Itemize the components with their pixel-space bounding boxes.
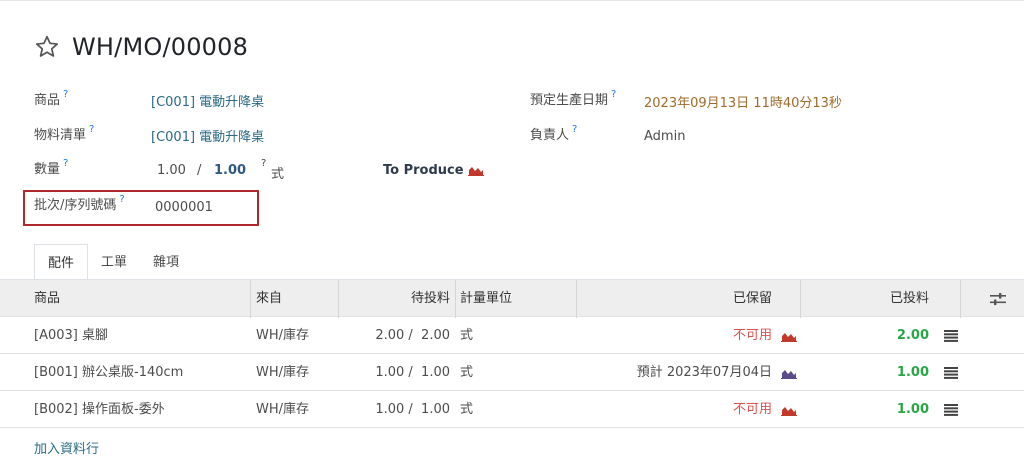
table-row[interactable]: [B002] 操作面板-委外 WH/庫存 1.00 / 1.00 式 不可用 1… (0, 391, 1024, 428)
quantity-uom: 式 (271, 167, 285, 182)
date-help-icon[interactable]: ? (611, 89, 616, 100)
area-chart-icon[interactable] (781, 404, 797, 416)
col-reserved[interactable]: 已保留 (580, 280, 772, 318)
star-icon[interactable] (34, 34, 60, 60)
quantity-separator: / (197, 163, 202, 178)
area-chart-icon[interactable] (468, 164, 484, 176)
title-row: WH/MO/00008 (34, 31, 248, 63)
row-from: WH/庫存 (256, 402, 310, 417)
responsible-value[interactable]: Admin (644, 129, 685, 144)
row-uom: 式 (460, 328, 474, 343)
quantity-help-icon[interactable]: ? (63, 158, 68, 169)
row-consumed[interactable]: 2.00 (805, 317, 929, 354)
record-title: WH/MO/00008 (72, 33, 249, 61)
col-to-consume[interactable]: 待投料 (340, 280, 450, 318)
list-icon[interactable] (944, 330, 958, 342)
date-value[interactable]: 2023年09月13日 11時40分13秒 (644, 92, 842, 111)
tab-miscellaneous[interactable]: 雜項 (140, 244, 192, 280)
notebook-tabs: 配件 工單 雜項 (34, 244, 192, 280)
row-uom: 式 (460, 402, 474, 417)
col-divider (455, 280, 456, 318)
row-from: WH/庫存 (256, 365, 310, 380)
product-value[interactable]: [C001] 電動升降桌 (151, 91, 264, 110)
bom-label: 物料清單? (34, 124, 95, 143)
quantity-label: 數量? (34, 158, 69, 177)
col-product[interactable]: 商品 (34, 280, 60, 318)
sliders-icon[interactable] (990, 292, 1006, 306)
row-product[interactable]: [A003] 桌腳 (34, 317, 108, 354)
area-chart-icon[interactable] (781, 330, 797, 342)
row-consumed[interactable]: 1.00 (805, 391, 929, 428)
components-table: 商品 來自 待投料 計量單位 已保留 已投料 [A003] 桌腳 WH/庫存 2… (0, 279, 1024, 428)
area-chart-icon[interactable] (781, 367, 797, 379)
col-divider (338, 280, 339, 318)
bom-help-icon[interactable]: ? (89, 124, 94, 135)
list-icon[interactable] (944, 404, 958, 416)
bom-value[interactable]: [C001] 電動升降桌 (151, 126, 264, 145)
quantity-input[interactable]: 1.00 (157, 163, 186, 178)
to-produce-label: To Produce (383, 163, 464, 178)
table-row[interactable]: [B001] 辦公桌版-140cm WH/庫存 1.00 / 1.00 式 預計… (0, 354, 1024, 391)
row-to-consume[interactable]: 1.00 / 1.00 (340, 391, 450, 428)
row-product[interactable]: [B001] 辦公桌版-140cm (34, 354, 183, 391)
col-divider (576, 280, 577, 318)
responsible-label: 負責人? (530, 124, 578, 143)
row-product[interactable]: [B002] 操作面板-委外 (34, 391, 165, 428)
col-divider (250, 280, 251, 318)
row-to-consume[interactable]: 2.00 / 2.00 (340, 317, 450, 354)
lot-highlight-box (23, 190, 259, 226)
add-line-link[interactable]: 加入資料行 (34, 438, 99, 457)
col-consumed[interactable]: 已投料 (805, 280, 929, 318)
tab-components[interactable]: 配件 (34, 244, 89, 280)
row-from: WH/庫存 (256, 328, 310, 343)
quantity-total: 1.00 (214, 163, 247, 178)
table-header: 商品 來自 待投料 計量單位 已保留 已投料 (0, 279, 1024, 318)
row-reserved: 預計 2023年07月04日 (636, 365, 772, 380)
table-row[interactable]: [A003] 桌腳 WH/庫存 2.00 / 2.00 式 不可用 2.00 (0, 317, 1024, 354)
col-divider (960, 280, 961, 318)
product-label: 商品? (34, 89, 69, 108)
date-label: 預定生產日期? (530, 89, 617, 108)
row-uom: 式 (460, 365, 474, 380)
form-sheet: WH/MO/00008 商品? [C001] 電動升降桌 物料清單? [C001… (0, 0, 1024, 460)
quantity-total-help-icon[interactable]: ? (261, 158, 266, 169)
row-consumed[interactable]: 1.00 (805, 354, 929, 391)
row-reserved: 不可用 (732, 402, 772, 417)
col-divider (800, 280, 801, 318)
list-icon[interactable] (944, 367, 958, 379)
col-uom[interactable]: 計量單位 (460, 280, 512, 318)
row-to-consume[interactable]: 1.00 / 1.00 (340, 354, 450, 391)
responsible-help-icon[interactable]: ? (572, 124, 577, 135)
product-help-icon[interactable]: ? (63, 89, 68, 100)
col-from[interactable]: 來自 (256, 280, 282, 318)
tab-work-orders[interactable]: 工單 (88, 244, 140, 280)
row-reserved: 不可用 (732, 328, 772, 343)
